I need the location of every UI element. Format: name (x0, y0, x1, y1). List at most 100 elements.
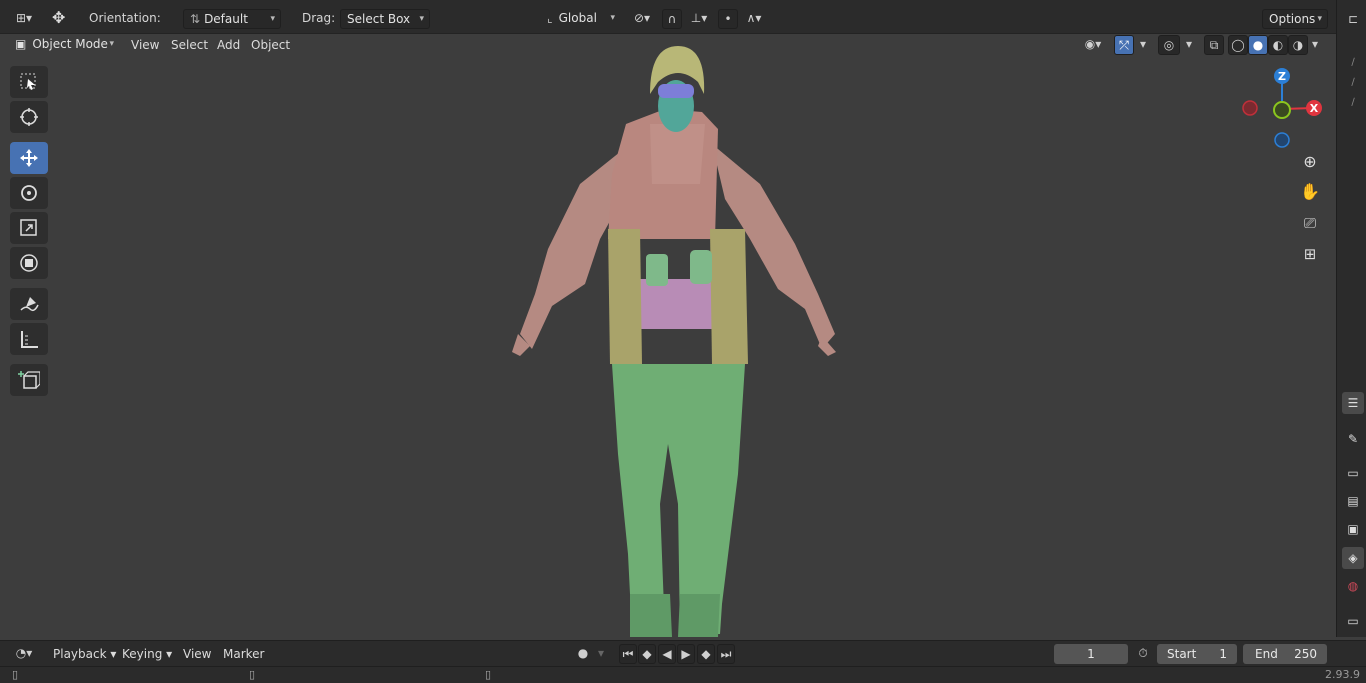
chevron-down-icon[interactable]: ▾ (1308, 35, 1322, 55)
rotate-tool[interactable] (10, 177, 48, 209)
cursor-tool[interactable] (10, 101, 48, 133)
current-frame-value: 1 (1087, 647, 1095, 661)
orientation-icon: ⇅ (190, 12, 201, 26)
add-cube-icon (18, 371, 40, 389)
scene-properties-icon[interactable]: ◈ (1342, 547, 1364, 569)
chevron-down-icon: ▾ (610, 13, 615, 23)
snap-icon[interactable]: ∩ (662, 9, 682, 29)
play-reverse-icon[interactable]: ◀ (658, 644, 676, 664)
gizmo-x-label: X (1310, 102, 1319, 115)
scale-tool[interactable] (10, 212, 48, 244)
drag-dropdown[interactable]: Select Box ▾ (340, 9, 430, 29)
preview-range-icon[interactable]: ⏱ (1134, 644, 1152, 664)
current-frame-field[interactable]: 1 (1054, 644, 1128, 664)
menu-view[interactable]: View (177, 645, 217, 663)
navigation-gizmo[interactable]: Z X (1232, 64, 1332, 154)
chevron-down-icon: ▾ (419, 14, 424, 24)
annotate-tool[interactable] (10, 288, 48, 320)
gizmo-z-label: Z (1278, 70, 1286, 83)
move-gizmo-icon: ✥ (52, 8, 66, 27)
keying-label: Keying (122, 647, 163, 661)
prev-keyframe-icon[interactable]: ◆ (638, 644, 656, 664)
pan-hand-icon[interactable]: ✋ (1296, 178, 1324, 206)
global-axes-icon: ⌞ (547, 11, 553, 25)
collection-properties-icon[interactable]: ▭ (1342, 610, 1364, 632)
measure-icon (21, 331, 38, 348)
measure-tool[interactable] (10, 323, 48, 355)
end-value: 250 (1294, 647, 1317, 661)
add-cube-tool[interactable] (10, 364, 48, 396)
gizmo-toggle-icon[interactable]: ⤱ (1114, 35, 1134, 55)
pivot-point-icon[interactable]: ⊘▾ (626, 9, 658, 29)
object-mode-icon: ▣ (15, 37, 27, 51)
tool-properties-icon[interactable]: ✎ (1342, 428, 1364, 450)
drag-value: Select Box (347, 12, 411, 26)
menu-marker[interactable]: Marker (217, 645, 270, 663)
outliner-icon[interactable]: ⊏ (1342, 8, 1364, 30)
visibility-icon[interactable]: ◉▾ (1078, 35, 1108, 55)
timeline-header: ◔▾ Playback ▾ Keying ▾ View Marker ● ▾ ⏮… (0, 640, 1366, 666)
end-frame-field[interactable]: End 250 (1243, 644, 1327, 664)
wireframe-shading-icon[interactable]: ◯ (1228, 35, 1248, 55)
jump-start-icon[interactable]: ⏮ (619, 644, 637, 664)
cursor-icon (20, 108, 38, 126)
3d-viewport[interactable] (0, 34, 1332, 637)
solid-shading-icon[interactable]: ● (1248, 35, 1268, 55)
chevron-down-icon: ▾ (1317, 14, 1322, 24)
mode-value: Object Mode (32, 37, 108, 51)
output-properties-icon[interactable]: ▤ (1342, 490, 1364, 512)
status-bar: ▯ ▯ ▯ 2.93.9 (0, 666, 1366, 683)
falloff-icon[interactable]: ∧▾ (740, 9, 768, 29)
options-label: Options (1269, 12, 1316, 26)
properties-editor-icon[interactable]: ☰ (1342, 392, 1364, 414)
gizmo-neg-z-axis[interactable] (1274, 132, 1290, 148)
gizmo-y-axis[interactable] (1273, 101, 1291, 119)
gizmo-neg-x-axis[interactable] (1242, 100, 1258, 116)
sidebar-toggle-icon[interactable]: ∕ (1342, 72, 1364, 94)
perspective-grid-icon[interactable]: ⊞ (1296, 240, 1324, 268)
snap-target-icon[interactable]: ⊥▾ (684, 9, 714, 29)
editor-type-icon[interactable]: ⊞▾ (8, 9, 40, 29)
transform-orientation-dropdown[interactable]: ⌞ Global ▾ (541, 9, 620, 29)
chevron-down-icon[interactable]: ▾ (1182, 35, 1196, 55)
orientation-value: Default (204, 12, 248, 26)
options-dropdown[interactable]: Options ▾ (1262, 9, 1328, 29)
menu-keying[interactable]: Keying ▾ (116, 645, 178, 663)
proportional-edit-icon[interactable]: • (718, 9, 738, 29)
transform-tool[interactable] (10, 247, 48, 279)
move-tool[interactable] (10, 142, 48, 174)
drag-label: Drag: (302, 11, 336, 25)
chevron-down-icon[interactable]: ▾ (594, 644, 608, 664)
timeline-editor-icon[interactable]: ◔▾ (8, 644, 40, 664)
overlays-icon[interactable]: ◎ (1158, 35, 1180, 55)
orientation-dropdown[interactable]: ⇅ Default ▾ (183, 9, 281, 29)
menu-view[interactable]: View (125, 35, 165, 55)
render-properties-icon[interactable]: ▭ (1342, 462, 1364, 484)
jump-end-icon[interactable]: ⏭ (717, 644, 735, 664)
chevron-down-icon: ▾ (270, 14, 275, 24)
play-icon[interactable]: ▶ (677, 644, 695, 664)
material-shading-icon[interactable]: ◐ (1268, 35, 1288, 55)
version-label: 2.93.9 (1325, 668, 1360, 681)
menu-playback[interactable]: Playback ▾ (47, 645, 122, 663)
sidebar-toggle-icon[interactable]: ∕ (1342, 92, 1364, 114)
mode-dropdown[interactable]: ▣ Object Mode ▾ (9, 35, 119, 55)
next-keyframe-icon[interactable]: ◆ (697, 644, 715, 664)
scale-icon (20, 219, 37, 236)
start-frame-field[interactable]: Start 1 (1157, 644, 1237, 664)
rendered-shading-icon[interactable]: ◑ (1288, 35, 1308, 55)
record-icon[interactable]: ● (574, 644, 592, 664)
camera-view-icon[interactable]: ⎚ (1296, 209, 1324, 237)
sidebar-toggle-icon[interactable]: ∕ (1342, 52, 1364, 74)
menu-object[interactable]: Object (245, 35, 296, 55)
rotate-icon (21, 185, 37, 201)
select-box-tool[interactable] (10, 66, 48, 98)
xray-icon[interactable]: ⧉ (1204, 35, 1224, 55)
chevron-down-icon[interactable]: ▾ (1136, 35, 1150, 55)
world-properties-icon[interactable]: ◍ (1342, 575, 1364, 597)
zoom-icon[interactable]: ⊕ (1296, 148, 1324, 176)
mouse-right-icon: ▯ (485, 668, 492, 681)
menu-select[interactable]: Select (165, 35, 214, 55)
menu-add[interactable]: Add (211, 35, 246, 55)
view-layer-icon[interactable]: ▣ (1342, 518, 1364, 540)
